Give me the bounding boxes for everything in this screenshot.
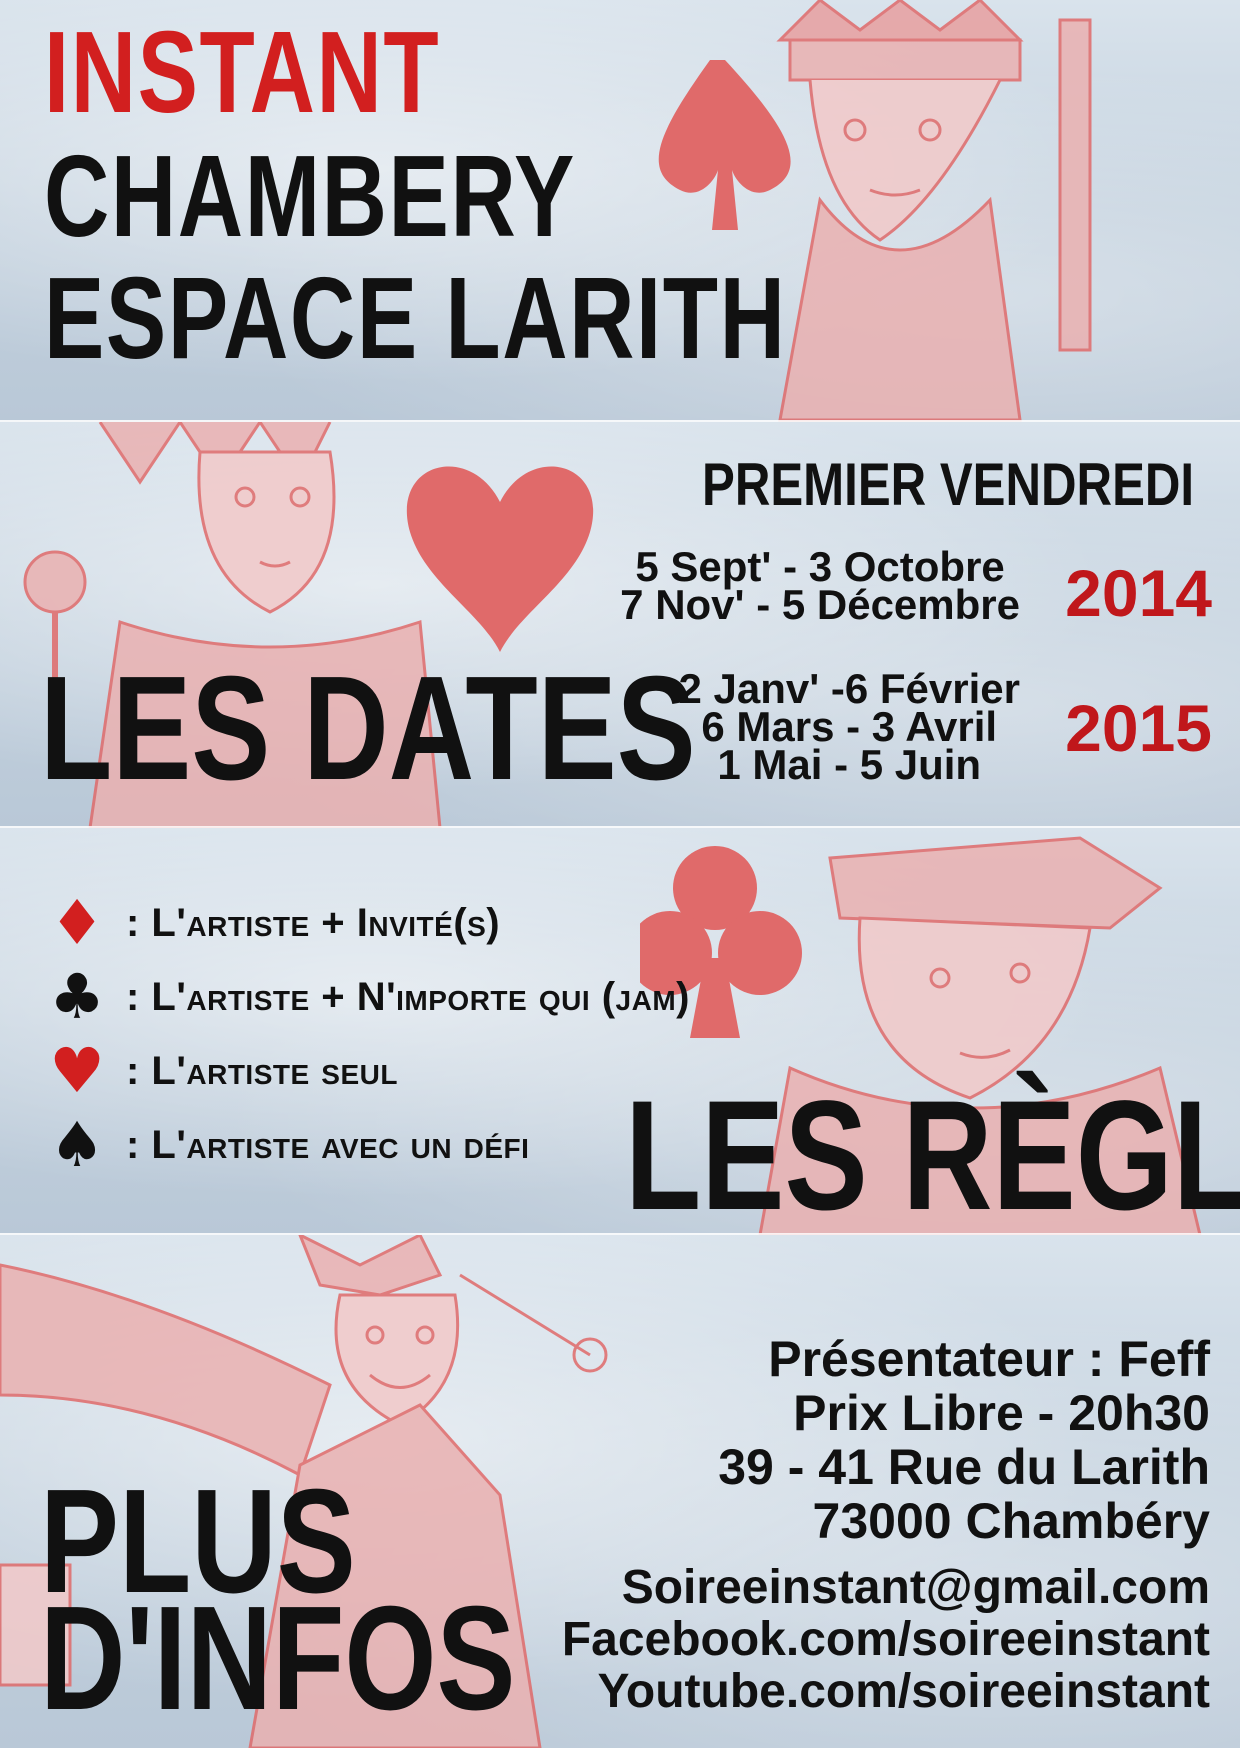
title-instant: INSTANT [44, 7, 441, 137]
rule-item-heart: ♥ : L'artiste seul [46, 1036, 398, 1106]
header-band: INSTANT CHAMBERY ESPACE LARITH [0, 0, 1240, 422]
rule-text: : L'artiste + N'importe qui (jam) [126, 974, 690, 1019]
date-line: 1 Mai - 5 Juin [717, 741, 982, 788]
year-2014: 2014 [1065, 556, 1212, 630]
info-line: 73000 Chambéry [812, 1493, 1210, 1549]
title-city: CHAMBERY [44, 131, 576, 261]
rules-heading: LES RÈGLES [625, 1069, 1240, 1235]
date-line: 7 Nov' - 5 Décembre [620, 581, 1020, 628]
rule-item-diamond: ♦ : L'artiste + Invité(s) [46, 888, 500, 958]
contact-details: Soireeinstant@gmail.com Facebook.com/soi… [562, 1562, 1210, 1718]
rule-item-spade: ♠ : L'artiste avec un défi [46, 1110, 529, 1180]
contact-facebook: Facebook.com/soireeinstant [561, 1613, 1210, 1666]
rule-text: : L'artiste seul [126, 1048, 398, 1093]
dates-band: PREMIER VENDREDI 5 Sept' - 3 Octobre 7 N… [0, 422, 1240, 828]
info-details: Présentateur : Feff Prix Libre - 20h30 3… [718, 1332, 1210, 1548]
contact-email: Soireeinstant@gmail.com [621, 1561, 1210, 1614]
dates-subtitle: PREMIER VENDREDI [701, 451, 1194, 518]
dates-heading: LES DATES [40, 646, 696, 811]
year-2015: 2015 [1065, 691, 1212, 765]
heart-icon [406, 466, 594, 652]
rule-item-club: ♣ : L'artiste + N'importe qui (jam) [46, 962, 690, 1032]
infos-heading-line2: D'INFOS [40, 1576, 516, 1741]
heart-icon: ♥ [49, 1034, 105, 1107]
club-icon: ♣ [49, 960, 105, 1033]
spade-icon [658, 60, 791, 230]
dates-2015-list: 2 Janv' -6 Février 6 Mars - 3 Avril 1 Ma… [678, 668, 1020, 788]
title-venue: ESPACE LARITH [44, 253, 787, 383]
info-line: Prix Libre - 20h30 [793, 1385, 1210, 1441]
dates-2014-list: 5 Sept' - 3 Octobre 7 Nov' - 5 Décembre [620, 546, 1020, 628]
diamond-icon: ♦ [49, 886, 105, 959]
info-line: 39 - 41 Rue du Larith [718, 1439, 1210, 1495]
contact-youtube: Youtube.com/soireeinstant [597, 1665, 1210, 1718]
rules-band: ♦ : L'artiste + Invité(s) ♣ : L'artiste … [0, 828, 1240, 1235]
spade-icon: ♠ [49, 1108, 105, 1181]
rule-text: : L'artiste + Invité(s) [126, 900, 501, 945]
infos-band: Présentateur : Feff Prix Libre - 20h30 3… [0, 1235, 1240, 1748]
info-line: Présentateur : Feff [768, 1331, 1210, 1387]
rule-text: : L'artiste avec un défi [126, 1122, 530, 1167]
